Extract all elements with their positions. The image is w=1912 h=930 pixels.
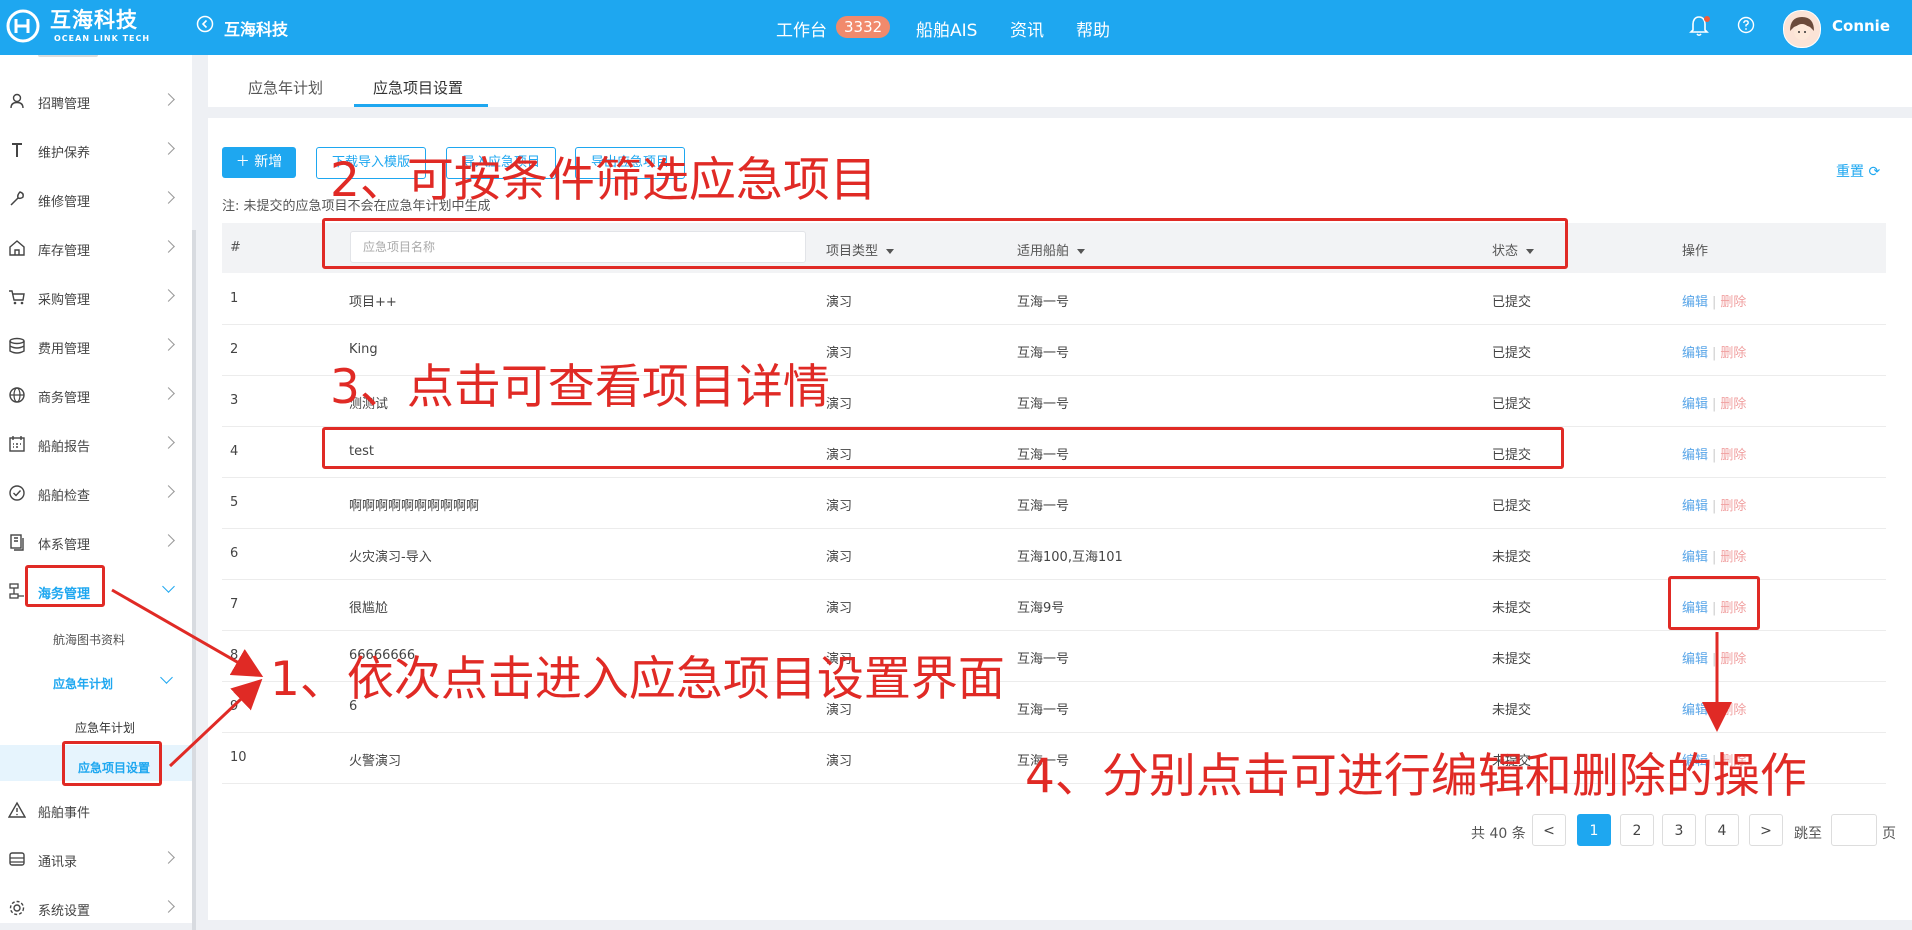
arrow-step-1-b <box>168 678 263 768</box>
arrow-step-1-a <box>111 588 264 677</box>
annotation-arrows <box>111 588 1732 768</box>
